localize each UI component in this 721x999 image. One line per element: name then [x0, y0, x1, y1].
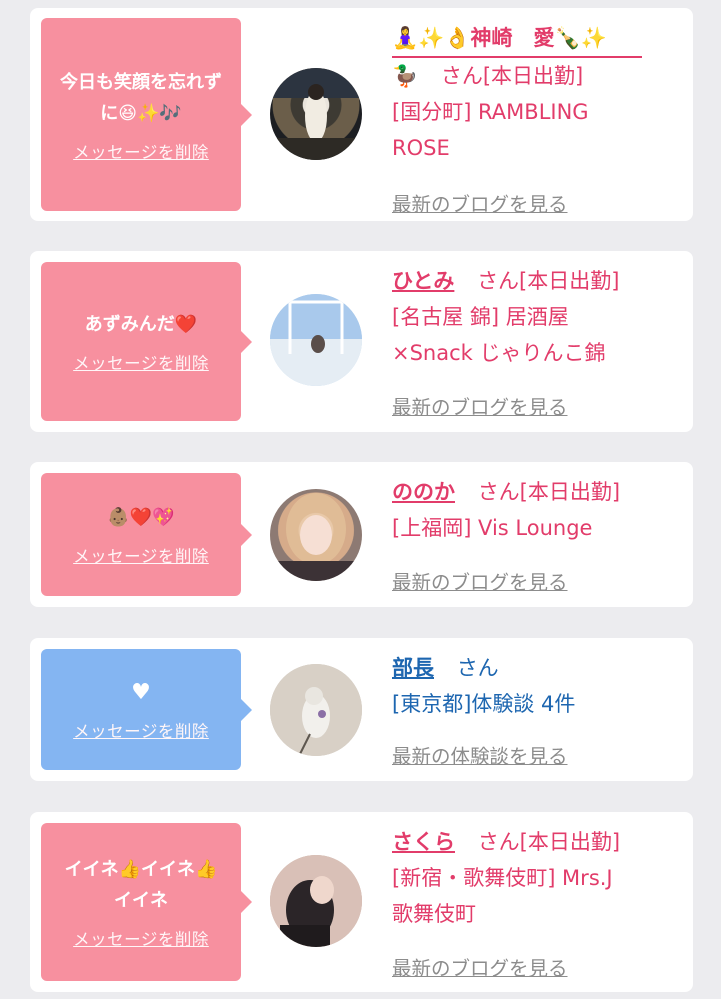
message-card-1: 今日も笑顔を忘れずに😆✨🎶 メッセージを削除 🧘‍♀️✨👌神崎 愛🍾✨ 🦆 さん… [30, 8, 693, 221]
user-avatar[interactable] [270, 68, 362, 160]
message-text: 今日も笑顔を忘れずに😆✨🎶 [60, 71, 222, 124]
user-avatar[interactable] [270, 489, 362, 581]
delete-message-link[interactable]: メッセージを削除 [73, 543, 209, 567]
user-name-link[interactable]: 部長 [392, 656, 434, 680]
user-info: ののか さん[本日出勤] [上福岡] Vis Lounge 最新のブログを見る [392, 474, 682, 594]
message-text: あずみんだ❤️ [84, 314, 198, 335]
shop-info-line: [名古屋 錦] 居酒屋 [392, 305, 569, 329]
photo-avatar-icon [270, 294, 362, 386]
message-card-5: イイネ👍イイネ👍イイネ メッセージを削除 さくら さん[本日出勤] [新宿・歌舞… [30, 812, 693, 992]
user-info: ひとみ さん[本日出勤] [名古屋 錦] 居酒屋 ×Snack じゃりんこ錦 最… [392, 263, 682, 419]
message-bubble: イイネ👍イイネ👍イイネ メッセージを削除 [41, 823, 252, 981]
photo-avatar-icon [270, 664, 362, 756]
user-name-link[interactable]: ののか [392, 480, 455, 504]
delete-message-link[interactable]: メッセージを削除 [73, 139, 209, 163]
shop-info-line: [上福岡] Vis Lounge [392, 516, 593, 540]
message-card-2: あずみんだ❤️ メッセージを削除 ひとみ さん[本日出勤] [名古屋 錦] 居酒… [30, 251, 693, 432]
user-info: 🧘‍♀️✨👌神崎 愛🍾✨ 🦆 さん[本日出勤] [国分町] RAMBLING R… [392, 20, 682, 216]
user-status: さん[本日出勤] [477, 830, 621, 854]
shop-info-line: ×Snack じゃりんこ錦 [392, 341, 606, 365]
user-info: 部長 さん [東京都]体験談 4件 最新の体験談を見る [392, 650, 682, 768]
user-avatar[interactable] [270, 855, 362, 947]
user-name-link[interactable]: さくら [392, 830, 455, 854]
message-text: ♥ [131, 680, 151, 705]
user-info: さくら さん[本日出勤] [新宿・歌舞伎町] Mrs.J 歌舞伎町 最新のブログ… [392, 824, 682, 980]
user-status: さん[本日出勤] [477, 269, 620, 293]
delete-message-link[interactable]: メッセージを削除 [73, 350, 209, 374]
user-name-emoji: 🦆 [392, 64, 419, 88]
user-status: さん[本日出勤] [440, 64, 584, 88]
message-bubble: 今日も笑顔を忘れずに😆✨🎶 メッセージを削除 [41, 18, 252, 211]
delete-message-link[interactable]: メッセージを削除 [73, 926, 209, 950]
user-name-link[interactable]: ひとみ [392, 269, 454, 293]
shop-info-line: ROSE [392, 136, 450, 160]
user-status: さん [456, 656, 499, 680]
shop-info-line: 歌舞伎町 [392, 902, 476, 926]
user-status: さん[本日出勤] [477, 480, 621, 504]
delete-message-link[interactable]: メッセージを削除 [73, 718, 209, 742]
message-bubble: あずみんだ❤️ メッセージを削除 [41, 262, 252, 421]
user-name-link[interactable]: 🧘‍♀️✨👌神崎 愛🍾✨ [392, 26, 607, 50]
view-blog-link[interactable]: 最新のブログを見る [392, 391, 568, 420]
message-bubble: ♥ メッセージを削除 [41, 649, 252, 770]
user-avatar[interactable] [270, 294, 362, 386]
view-blog-link[interactable]: 最新のブログを見る [392, 188, 568, 217]
review-info-line: [東京都]体験談 4件 [392, 692, 576, 716]
shop-info-line: [国分町] RAMBLING [392, 100, 589, 124]
message-text: イイネ👍イイネ👍イイネ [64, 859, 218, 911]
view-blog-link[interactable]: 最新のブログを見る [392, 952, 568, 981]
shop-info-line: [新宿・歌舞伎町] Mrs.J [392, 866, 613, 890]
message-card-4: ♥ メッセージを削除 部長 さん [東京都]体験談 4件 最新の体験談を見る [30, 638, 693, 781]
message-bubble: 👶🏽❤️💖 メッセージを削除 [41, 473, 252, 596]
user-avatar[interactable] [270, 664, 362, 756]
message-text: 👶🏽❤️💖 [107, 507, 175, 528]
message-card-3: 👶🏽❤️💖 メッセージを削除 ののか さん[本日出勤] [上福岡] Vis Lo… [30, 462, 693, 607]
photo-avatar-icon [270, 68, 362, 160]
view-reviews-link[interactable]: 最新の体験談を見る [392, 740, 568, 769]
photo-avatar-icon [270, 855, 362, 947]
view-blog-link[interactable]: 最新のブログを見る [392, 566, 568, 595]
photo-avatar-icon [270, 493, 362, 581]
